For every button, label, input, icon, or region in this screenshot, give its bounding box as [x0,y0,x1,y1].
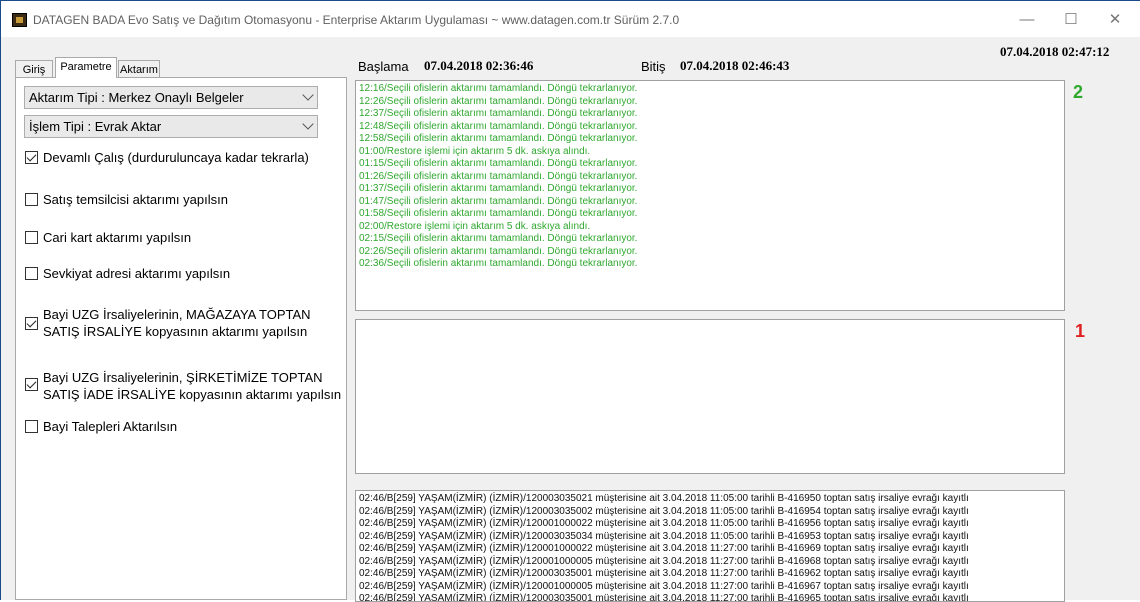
status-log-line: 02:36/Seçili ofislerin aktarımı tamamlan… [359,258,638,269]
sales-rep-label[interactable]: Satış temsilcisi aktarımı yapılsın [43,191,228,208]
continuous-run-label[interactable]: Devamlı Çalış (durduruluncaya kadar tekr… [43,149,309,166]
detail-log-line: 02:46/B[259] YAŞAM(İZMİR) (İZMİR)/120003… [359,493,969,504]
status-log-line: 12:48/Seçili ofislerin aktarımı tamamlan… [359,120,638,132]
tab-parametre[interactable]: Parametre [55,57,117,78]
minimize-icon[interactable]: — [1009,7,1045,33]
company-return-checkbox[interactable] [25,378,38,391]
end-label: Bitiş [641,59,666,74]
start-label: Başlama [358,59,409,74]
title-bar[interactable]: DATAGEN BADA Evo Satış ve Dağıtım Otomas… [1,1,1140,37]
store-wholesale-label-line1[interactable]: Bayi UZG İrsaliyelerinin, MAĞAZAYA TOPTA… [43,306,311,323]
customer-card-label[interactable]: Cari kart aktarımı yapılsın [43,229,191,246]
status-log-line: 01:15/Seçili ofislerin aktarımı tamamlan… [359,158,638,169]
status-log-line: 01:26/Seçili ofislerin aktarımı tamamlan… [359,170,638,182]
maximize-icon[interactable]: ☐ [1053,7,1089,33]
status-log-line: 01:47/Seçili ofislerin aktarımı tamamlan… [359,195,638,207]
company-return-label-line1[interactable]: Bayi UZG İrsaliyelerinin, ŞİRKETİMİZE TO… [43,369,323,386]
detail-log-line: 02:46/B[259] YAŞAM(İZMİR) (İZMİR)/120003… [359,505,969,517]
detail-log[interactable]: 02:46/B[259] YAŞAM(İZMİR) (İZMİR)/120003… [355,490,1065,602]
chevron-down-icon [302,89,314,101]
detail-log-line: 02:46/B[259] YAŞAM(İZMİR) (İZMİR)/120003… [359,593,969,602]
close-icon[interactable]: ✕ [1097,7,1133,33]
secondary-log-marker: 1 [1075,321,1086,341]
transfer-type-select[interactable]: Aktarım Tipi : Merkez Onaylı Belgeler [24,86,318,109]
status-log[interactable]: 12:16/Seçili ofislerin aktarımı tamamlan… [355,80,1065,311]
continuous-run-checkbox[interactable] [25,151,38,164]
store-wholesale-label-line2[interactable]: SATIŞ İRSALİYE kopyasının aktarımı yapıl… [43,323,307,340]
secondary-log[interactable] [355,319,1065,474]
detail-log-line: 02:46/B[259] YAŞAM(İZMİR) (İZMİR)/120003… [359,568,969,579]
current-clock: 07.04.2018 02:47:12 [1000,44,1110,59]
tab-aktarim[interactable]: Aktarım [118,60,160,78]
detail-log-line: 02:46/B[259] YAŞAM(İZMİR) (İZMİR)/120001… [359,580,969,592]
shipping-address-label[interactable]: Sevkiyat adresi aktarımı yapılsın [43,265,230,282]
tab-giris[interactable]: Giriş [15,60,53,78]
dealer-requests-checkbox[interactable] [25,420,38,433]
dealer-requests-label[interactable]: Bayi Talepleri Aktarılsın [43,418,177,435]
end-time: 07.04.2018 02:46:43 [680,58,790,73]
detail-log-line: 02:46/B[259] YAŞAM(İZMİR) (İZMİR)/120003… [359,530,969,542]
status-log-line: 02:15/Seçili ofislerin aktarımı tamamlan… [359,233,638,244]
process-type-value: İşlem Tipi : Evrak Aktar [29,119,162,134]
company-return-label-line2[interactable]: SATIŞ İADE İRSALİYE kopyasının aktarımı … [43,386,341,403]
detail-log-line: 02:46/B[259] YAŞAM(İZMİR) (İZMİR)/120001… [359,555,969,567]
chevron-down-icon [302,118,314,130]
app-logo-icon [12,13,27,27]
status-log-line: 12:58/Seçili ofislerin aktarımı tamamlan… [359,133,638,144]
transfer-type-value: Aktarım Tipi : Merkez Onaylı Belgeler [29,90,244,105]
detail-log-line: 02:46/B[259] YAŞAM(İZMİR) (İZMİR)/120001… [359,543,969,554]
detail-log-line: 02:46/B[259] YAŞAM(İZMİR) (İZMİR)/120001… [359,518,969,529]
status-log-line: 12:26/Seçili ofislerin aktarımı tamamlan… [359,95,638,107]
store-wholesale-checkbox[interactable] [25,317,38,330]
customer-card-checkbox[interactable] [25,231,38,244]
status-log-line: 01:00/Restore işlemi için aktarım 5 dk. … [359,145,591,157]
status-log-line: 01:37/Seçili ofislerin aktarımı tamamlan… [359,183,638,194]
status-log-line: 02:26/Seçili ofislerin aktarımı tamamlan… [359,245,638,257]
status-log-line: 02:00/Restore işlemi için aktarım 5 dk. … [359,220,591,232]
sales-rep-checkbox[interactable] [25,193,38,206]
status-log-marker: 2 [1073,82,1084,102]
window-title: DATAGEN BADA Evo Satış ve Dağıtım Otomas… [33,13,680,27]
status-log-line: 12:16/Seçili ofislerin aktarımı tamamlan… [359,83,638,94]
start-time: 07.04.2018 02:36:46 [424,58,534,73]
process-type-select[interactable]: İşlem Tipi : Evrak Aktar [24,115,318,138]
status-log-line: 12:37/Seçili ofislerin aktarımı tamamlan… [359,108,638,119]
shipping-address-checkbox[interactable] [25,267,38,280]
status-log-line: 01:58/Seçili ofislerin aktarımı tamamlan… [359,208,638,219]
